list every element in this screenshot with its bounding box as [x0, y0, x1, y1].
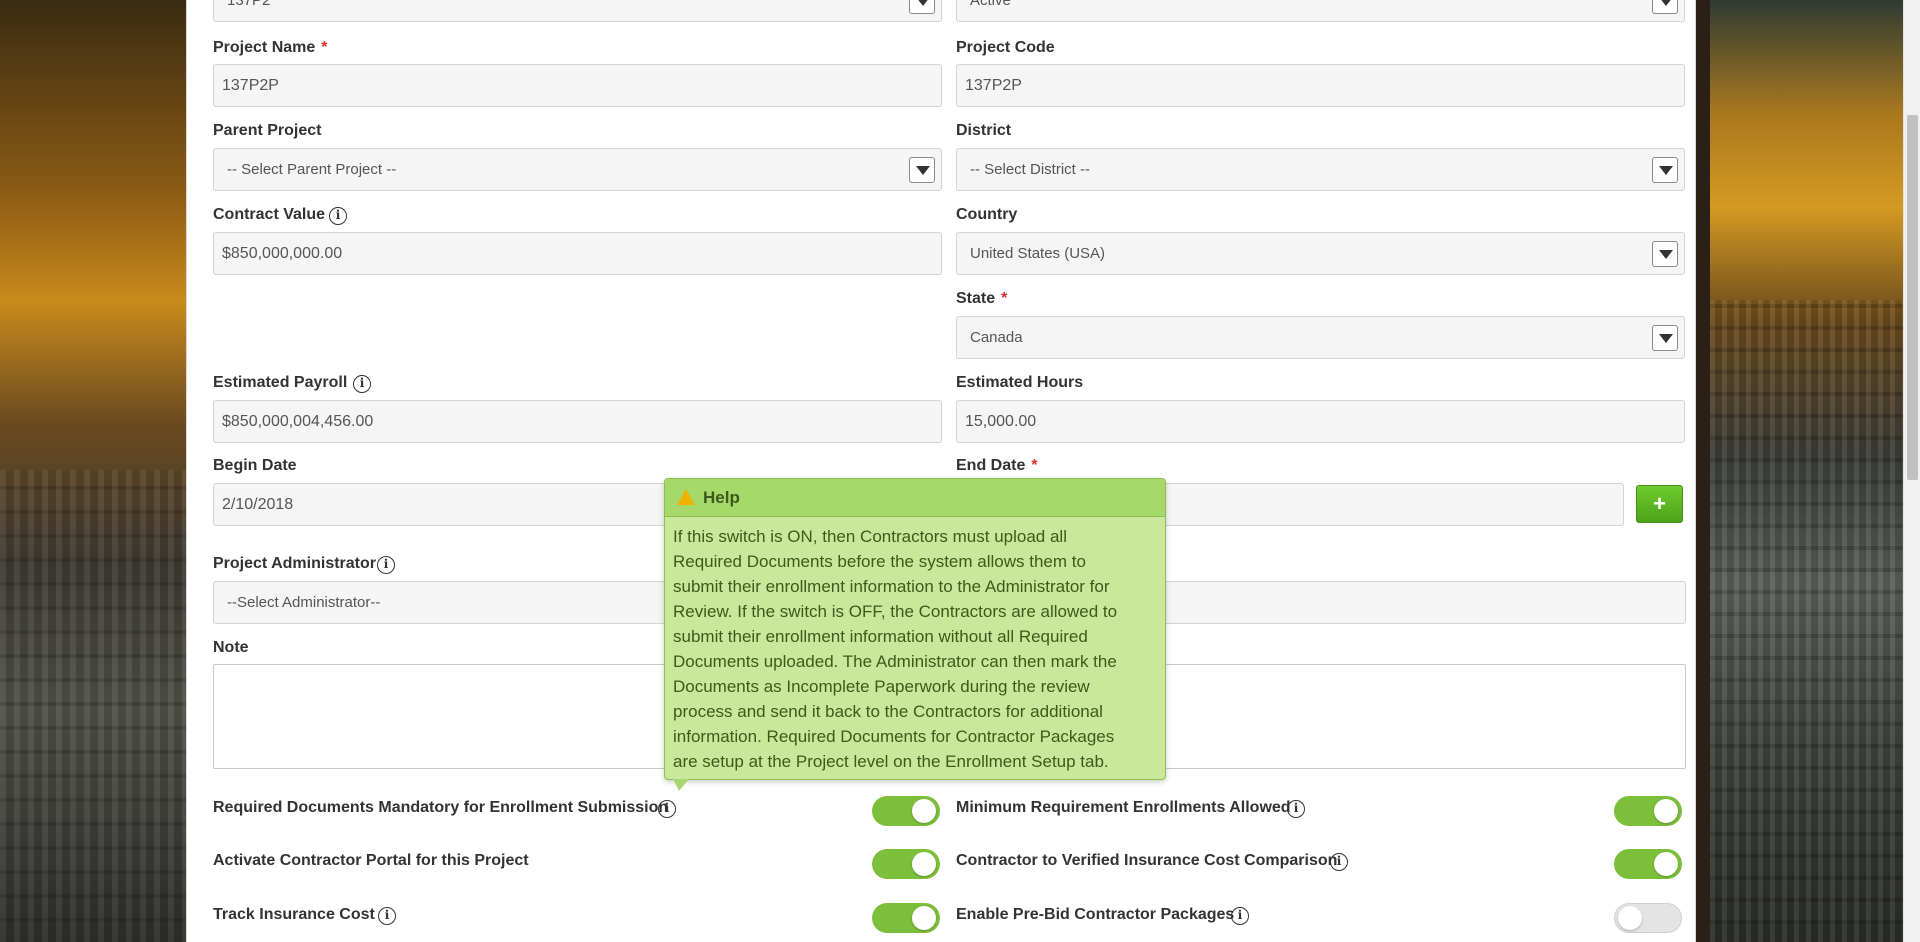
- estimated-payroll-input[interactable]: $850,000,004,456.00: [213, 400, 942, 443]
- scrollbar-thumb[interactable]: [1907, 115, 1918, 480]
- toggle-label-contractor-portal: Activate Contractor Portal for this Proj…: [213, 852, 529, 869]
- estimated-payroll-value: $850,000,004,456.00: [222, 413, 374, 430]
- chevron-down-icon[interactable]: [1652, 157, 1678, 183]
- chevron-down-icon[interactable]: [909, 157, 935, 183]
- project-name-label: Project Name *: [213, 39, 328, 56]
- country-value: United States (USA): [970, 245, 1106, 262]
- project-code-input[interactable]: 137P2P: [956, 64, 1685, 107]
- toggle-pre-bid-packages[interactable]: [1614, 903, 1682, 933]
- tooltip-line: If this switch is ON, then Contractors m…: [673, 527, 1067, 546]
- end-date-label: End Date *: [956, 457, 1038, 474]
- contract-value-label: Contract Value: [213, 206, 326, 223]
- tooltip-line: Review. If the switch is OFF, the Contra…: [673, 602, 1118, 621]
- toggle-knob: [912, 799, 936, 823]
- chevron-down-icon[interactable]: [1652, 0, 1678, 14]
- info-icon[interactable]: i: [329, 207, 347, 225]
- toggle-label-minimum-requirement: Minimum Requirement Enrollments Allowed: [956, 799, 1291, 816]
- top-left-select[interactable]: 137P2: [213, 0, 942, 22]
- state-select[interactable]: Canada: [956, 316, 1685, 359]
- info-icon[interactable]: i: [377, 556, 395, 574]
- district-select[interactable]: -- Select District --: [956, 148, 1685, 191]
- background-image-right: [1710, 0, 1920, 942]
- page-scrollbar[interactable]: [1903, 0, 1920, 942]
- toggle-knob: [912, 852, 936, 876]
- tooltip-line: process and send it back to the Contract…: [673, 702, 1103, 721]
- parent-project-label: Parent Project: [213, 122, 322, 139]
- info-icon[interactable]: i: [378, 907, 396, 925]
- toggle-label-track-insurance-cost: Track Insurance Cost: [213, 906, 375, 923]
- toggle-label-pre-bid-packages: Enable Pre-Bid Contractor Packages: [956, 906, 1235, 923]
- tooltip-line: are setup at the Project level on the En…: [673, 752, 1109, 771]
- country-select[interactable]: United States (USA): [956, 232, 1685, 275]
- top-left-select-value: 137P2: [227, 0, 271, 9]
- estimated-hours-label: Estimated Hours: [956, 374, 1084, 391]
- toggle-knob: [1654, 799, 1678, 823]
- required-marker: *: [321, 39, 328, 56]
- country-label: Country: [956, 206, 1018, 223]
- toggle-knob: [912, 906, 936, 930]
- toggle-required-documents[interactable]: [872, 796, 940, 826]
- info-icon[interactable]: i: [658, 800, 676, 818]
- status-select[interactable]: Active: [956, 0, 1685, 22]
- state-label: State *: [956, 290, 1008, 307]
- add-button[interactable]: +: [1636, 485, 1683, 523]
- project-name-input[interactable]: 137P2P: [213, 64, 942, 107]
- tooltip-header: Help: [665, 479, 1165, 517]
- begin-date-label: Begin Date: [213, 457, 297, 474]
- chevron-down-icon[interactable]: [909, 0, 935, 14]
- project-administrator-value: --Select Administrator--: [227, 594, 381, 611]
- contract-value-value: $850,000,000.00: [222, 245, 343, 262]
- info-icon[interactable]: i: [1231, 907, 1249, 925]
- tooltip-line: Documents uploaded. The Administrator ca…: [673, 652, 1117, 671]
- tooltip-line: Documents as Incomplete Paperwork during…: [673, 677, 1090, 696]
- estimated-hours-value: 15,000.00: [965, 413, 1037, 430]
- tooltip-title: Help: [703, 488, 740, 507]
- tooltip-line: information. Required Documents for Cont…: [673, 727, 1115, 746]
- warning-icon: [677, 489, 695, 505]
- project-code-label: Project Code: [956, 39, 1055, 56]
- info-icon[interactable]: i: [353, 375, 371, 393]
- status-select-value: Active: [970, 0, 1011, 9]
- toggle-track-insurance-cost[interactable]: [872, 903, 940, 933]
- toggle-insurance-cost-comparison[interactable]: [1614, 849, 1682, 879]
- estimated-hours-input[interactable]: 15,000.00: [956, 400, 1685, 443]
- tooltip-arrow: [673, 779, 689, 791]
- district-value: -- Select District --: [970, 161, 1090, 178]
- toggle-label-insurance-cost-comparison: Contractor to Verified Insurance Cost Co…: [956, 852, 1338, 869]
- tooltip-line: Required Documents before the system all…: [673, 552, 1086, 571]
- toggle-knob: [1654, 852, 1678, 876]
- note-label: Note: [213, 639, 249, 656]
- toggle-knob: [1618, 906, 1642, 930]
- project-name-value: 137P2P: [222, 77, 279, 94]
- state-value: Canada: [970, 329, 1023, 346]
- tooltip-line: submit their enrollment information to t…: [673, 577, 1110, 596]
- estimated-payroll-label: Estimated Payroll: [213, 374, 348, 391]
- info-icon[interactable]: i: [1330, 853, 1348, 871]
- tooltip-body: If this switch is ON, then Contractors m…: [665, 517, 1165, 774]
- project-administrator-label: Project Administrator: [213, 555, 376, 572]
- begin-date-value: 2/10/2018: [222, 496, 294, 513]
- project-code-value: 137P2P: [965, 77, 1022, 94]
- info-icon[interactable]: i: [1287, 800, 1305, 818]
- parent-project-value: -- Select Parent Project --: [227, 161, 397, 178]
- toggle-contractor-portal[interactable]: [872, 849, 940, 879]
- chevron-down-icon[interactable]: [1652, 241, 1678, 267]
- contract-value-input[interactable]: $850,000,000.00: [213, 232, 942, 275]
- background-image-left: [0, 0, 186, 942]
- chevron-down-icon[interactable]: [1652, 325, 1678, 351]
- district-label: District: [956, 122, 1012, 139]
- help-tooltip: Help If this switch is ON, then Contract…: [664, 478, 1166, 791]
- required-marker: *: [1031, 457, 1038, 474]
- toggle-label-required-documents: Required Documents Mandatory for Enrollm…: [213, 799, 669, 816]
- required-marker: *: [1001, 290, 1008, 307]
- tooltip-line: submit their enrollment information with…: [673, 627, 1088, 646]
- parent-project-select[interactable]: -- Select Parent Project --: [213, 148, 942, 191]
- toggle-minimum-requirement[interactable]: [1614, 796, 1682, 826]
